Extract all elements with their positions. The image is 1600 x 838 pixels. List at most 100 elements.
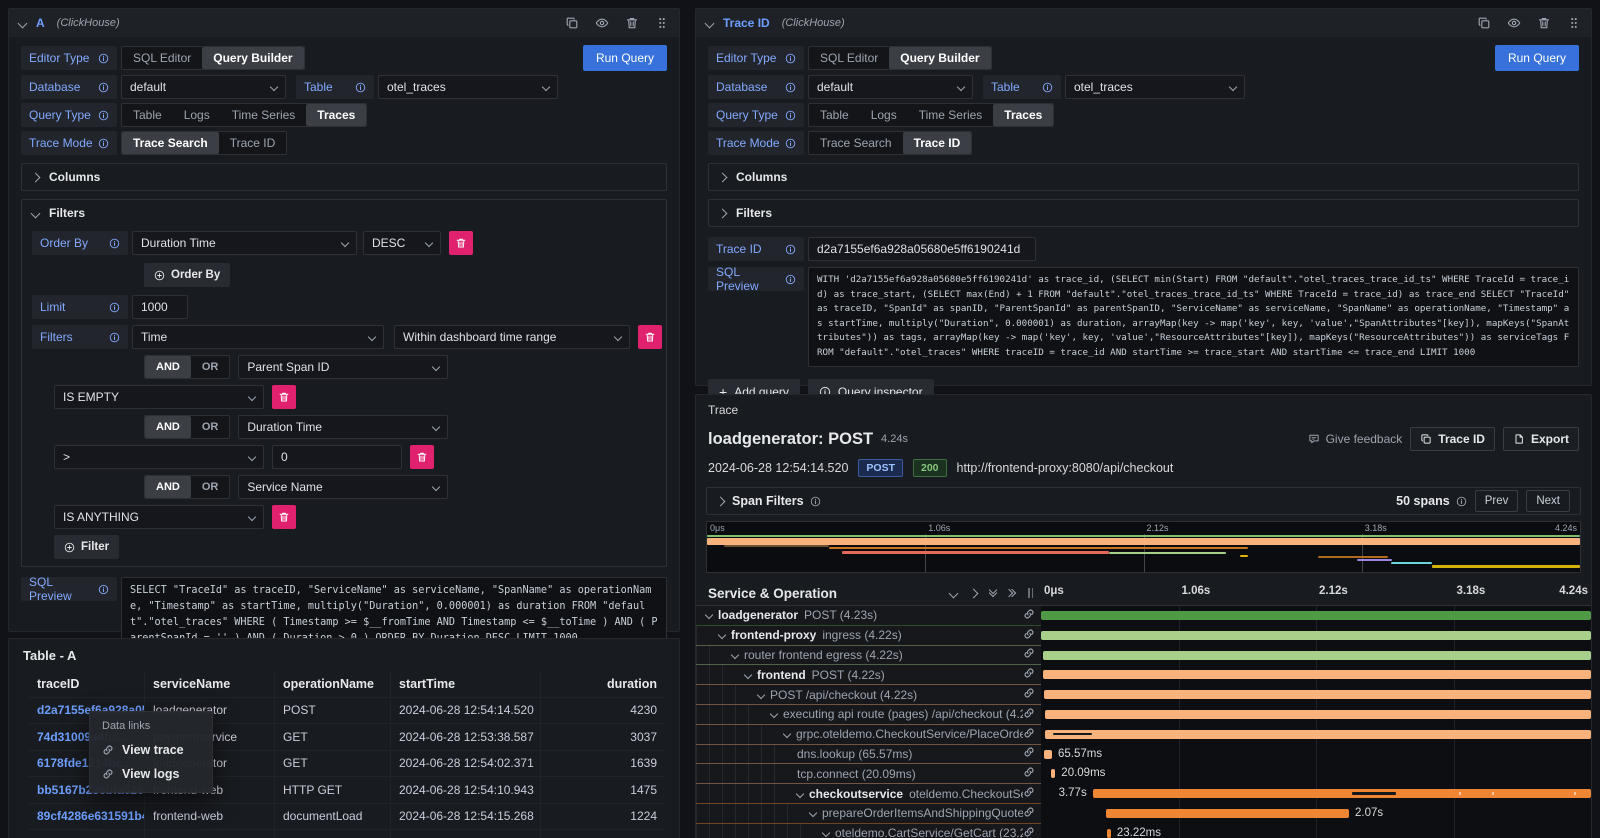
- trace-id-input[interactable]: d2a7155ef6a928a05680e5ff6190241d: [808, 237, 1036, 261]
- order-by-field-select[interactable]: Duration Time: [132, 231, 357, 255]
- condition-field-select[interactable]: Parent Span ID: [238, 355, 448, 379]
- span-name-cell[interactable]: frontend-proxyingress (4.22s): [696, 626, 1041, 646]
- chevron-down-icon[interactable]: [731, 651, 739, 659]
- option-and[interactable]: AND: [145, 476, 191, 498]
- info-icon[interactable]: [355, 82, 366, 93]
- drag-handle-icon[interactable]: [1567, 16, 1581, 30]
- chevron-down-icon[interactable]: [783, 730, 791, 738]
- option-table[interactable]: Table: [809, 104, 860, 126]
- duplicate-query-icon[interactable]: [565, 16, 579, 30]
- condition-operator-select[interactable]: IS ANYTHING: [54, 505, 264, 529]
- info-icon[interactable]: [785, 274, 796, 285]
- view-trace-link[interactable]: View trace: [90, 738, 212, 762]
- span-link-icon[interactable]: [1023, 826, 1041, 838]
- column-header-startTime[interactable]: startTime: [391, 671, 541, 697]
- column-header-serviceName[interactable]: serviceName: [145, 671, 275, 697]
- span-duration-bar[interactable]: [1044, 690, 1591, 699]
- filter-value-select[interactable]: Within dashboard time range: [394, 325, 630, 349]
- span-bar-cell[interactable]: 20.09ms: [1041, 764, 1591, 784]
- span-row[interactable]: grpc.oteldemo.CheckoutService/PlaceOrder…: [696, 725, 1591, 745]
- span-duration-bar[interactable]: [1107, 829, 1111, 838]
- option-trace-id[interactable]: Trace ID: [903, 132, 972, 154]
- add-order-by-button[interactable]: Order By: [144, 263, 230, 287]
- next-button[interactable]: Next: [1526, 490, 1570, 512]
- option-query-builder[interactable]: Query Builder: [202, 47, 303, 69]
- condition-field-select[interactable]: Duration Time: [238, 415, 448, 439]
- condition-value-input[interactable]: 0: [272, 445, 402, 469]
- span-link-icon[interactable]: [1023, 667, 1041, 682]
- collapse-one-icon[interactable]: [949, 588, 959, 598]
- span-bar-cell[interactable]: [1041, 665, 1591, 685]
- span-link-icon[interactable]: [1023, 707, 1041, 722]
- span-link-icon[interactable]: [1023, 628, 1041, 643]
- span-link-icon[interactable]: [1023, 687, 1041, 702]
- span-name-cell[interactable]: dns.lookup (65.57ms): [696, 745, 1041, 765]
- option-traces[interactable]: Traces: [993, 104, 1053, 126]
- span-link-icon[interactable]: [1023, 806, 1041, 821]
- info-icon[interactable]: [1042, 82, 1053, 93]
- info-icon[interactable]: [98, 82, 109, 93]
- remove-query-icon[interactable]: [1537, 16, 1551, 30]
- option-or[interactable]: OR: [191, 476, 230, 498]
- span-duration-bar[interactable]: [1043, 651, 1591, 660]
- span-link-icon[interactable]: [1023, 727, 1041, 742]
- table-select[interactable]: otel_traces: [378, 75, 558, 99]
- span-row[interactable]: prepareOrderItemsAndShippingQuoteFromCar…: [696, 804, 1591, 824]
- info-icon[interactable]: [98, 110, 109, 121]
- drag-handle-icon[interactable]: [655, 16, 669, 30]
- info-icon[interactable]: [98, 138, 109, 149]
- condition-operator-select[interactable]: >: [54, 445, 264, 469]
- columns-section[interactable]: Columns: [708, 163, 1579, 191]
- span-name-cell[interactable]: router frontend egress (4.22s): [696, 646, 1041, 666]
- span-name-cell[interactable]: grpc.oteldemo.CheckoutService/PlaceOrder…: [696, 725, 1041, 745]
- span-link-icon[interactable]: [1023, 647, 1041, 662]
- query-ref-a[interactable]: A: [36, 16, 45, 30]
- collapse-all-icon[interactable]: [990, 590, 996, 596]
- info-icon[interactable]: [785, 138, 796, 149]
- span-link-icon[interactable]: [1023, 766, 1041, 781]
- option-trace-id[interactable]: Trace ID: [219, 132, 287, 154]
- span-row[interactable]: POST /api/checkout (4.22s): [696, 685, 1591, 705]
- filter-field-select[interactable]: Time: [132, 325, 384, 349]
- span-name-cell[interactable]: oteldemo.CartService/GetCart (23.22ms): [696, 824, 1041, 838]
- span-link-icon[interactable]: [1023, 608, 1041, 623]
- span-name-cell[interactable]: POST /api/checkout (4.22s): [696, 685, 1041, 705]
- span-row[interactable]: dns.lookup (65.57ms)65.57ms: [696, 745, 1591, 765]
- and-or-toggle[interactable]: ANDOR: [144, 415, 230, 439]
- info-icon[interactable]: [1456, 496, 1467, 507]
- chevron-down-icon[interactable]: [744, 671, 752, 679]
- span-bar-cell[interactable]: 2.07s: [1041, 804, 1591, 824]
- give-feedback-link[interactable]: Give feedback: [1308, 432, 1403, 446]
- option-logs[interactable]: Logs: [860, 104, 908, 126]
- option-or[interactable]: OR: [191, 356, 230, 378]
- and-or-toggle[interactable]: ANDOR: [144, 475, 230, 499]
- chevron-right-icon[interactable]: [716, 496, 726, 506]
- span-duration-bar[interactable]: [1044, 750, 1052, 759]
- option-traces[interactable]: Traces: [306, 104, 366, 126]
- info-icon[interactable]: [785, 110, 796, 121]
- span-row[interactable]: tcp.connect (20.09ms)20.09ms: [696, 764, 1591, 784]
- copy-trace-id-button[interactable]: Trace ID: [1410, 427, 1495, 451]
- chevron-down-icon[interactable]: [796, 789, 804, 797]
- span-bar-cell[interactable]: 3.77s: [1041, 784, 1591, 804]
- option-and[interactable]: AND: [145, 356, 191, 378]
- span-duration-bar[interactable]: [1043, 670, 1591, 679]
- option-logs[interactable]: Logs: [173, 104, 221, 126]
- span-bar-cell[interactable]: 23.22ms: [1041, 824, 1591, 838]
- info-icon[interactable]: [785, 82, 796, 93]
- expand-one-icon[interactable]: [969, 588, 979, 598]
- chevron-down-icon[interactable]: [770, 710, 778, 718]
- span-bar-cell[interactable]: 65.57ms: [1041, 745, 1591, 765]
- info-icon[interactable]: [109, 238, 120, 249]
- cell-trace-id[interactable]: 3ca7acfc0194f996c...: [29, 830, 145, 838]
- span-duration-bar[interactable]: [1051, 769, 1055, 778]
- span-name-cell[interactable]: prepareOrderItemsAndShippingQuoteFromCar…: [696, 804, 1041, 824]
- run-query-button[interactable]: Run Query: [1495, 45, 1579, 71]
- trace-panel-title[interactable]: Trace: [696, 395, 1591, 419]
- trace-minimap[interactable]: 0μs1.06s2.12s3.18s4.24s: [706, 521, 1581, 573]
- span-bar-cell[interactable]: [1041, 725, 1591, 745]
- table-panel-title[interactable]: Table - A: [9, 639, 679, 671]
- option-trace-search[interactable]: Trace Search: [809, 132, 903, 154]
- span-bar-cell[interactable]: [1041, 626, 1591, 646]
- span-duration-bar[interactable]: [1106, 809, 1349, 818]
